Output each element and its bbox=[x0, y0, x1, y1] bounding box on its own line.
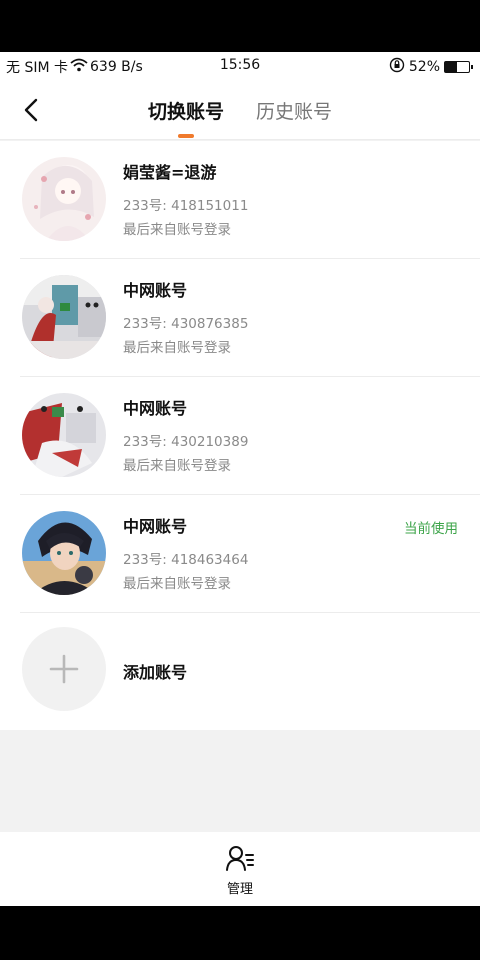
account-last-login: 最后来自账号登录 bbox=[123, 576, 231, 592]
account-name: 中网账号 bbox=[123, 281, 188, 300]
account-last-login: 最后来自账号登录 bbox=[123, 340, 231, 356]
status-bar: 无 SIM 卡 639 B/s 15:56 52% bbox=[0, 52, 480, 80]
account-uid: 233号: 430876385 bbox=[123, 316, 249, 332]
user-list-icon bbox=[226, 846, 254, 871]
account-uid: 233号: 418151011 bbox=[123, 198, 249, 214]
manage-button[interactable]: 管理 bbox=[216, 844, 264, 898]
status-right: 52% bbox=[389, 57, 473, 77]
add-account-row[interactable]: 添加账号 bbox=[0, 613, 480, 730]
account-last-login: 最后来自账号登录 bbox=[123, 458, 231, 474]
back-arrow-icon bbox=[24, 98, 38, 122]
account-uid: 233号: 418463464 bbox=[123, 552, 249, 568]
back-button[interactable] bbox=[18, 96, 46, 124]
tab-history-account[interactable]: 历史账号 bbox=[256, 97, 332, 124]
avatar bbox=[22, 157, 106, 241]
bottom-letterbox bbox=[0, 906, 480, 960]
account-row[interactable]: 娟莹酱=退游 233号: 418151011 最后来自账号登录 bbox=[0, 141, 480, 259]
account-row-current[interactable]: 中网账号 当前使用 233号: 418463464 最后来自账号登录 bbox=[0, 495, 480, 613]
manage-label: 管理 bbox=[226, 882, 253, 897]
account-name: 娟莹酱=退游 bbox=[123, 163, 217, 182]
battery-percent: 52% bbox=[408, 59, 440, 75]
add-account-label: 添加账号 bbox=[123, 663, 188, 682]
account-last-login: 最后来自账号登录 bbox=[123, 222, 231, 238]
account-name: 中网账号 bbox=[123, 517, 188, 536]
app-screen: 无 SIM 卡 639 B/s 15:56 52% 切换账号 历史账号 娟莹酱=… bbox=[0, 52, 480, 906]
current-account-badge: 当前使用 bbox=[404, 521, 458, 537]
plus-icon bbox=[49, 654, 79, 684]
account-row[interactable]: 中网账号 233号: 430876385 最后来自账号登录 bbox=[0, 259, 480, 377]
battery-icon bbox=[444, 61, 473, 73]
rotation-lock-icon bbox=[389, 57, 405, 77]
account-row[interactable]: 中网账号 233号: 430210389 最后来自账号登录 bbox=[0, 377, 480, 495]
header: 切换账号 历史账号 bbox=[0, 80, 480, 140]
add-account-button[interactable] bbox=[22, 627, 106, 711]
top-letterbox bbox=[0, 0, 480, 52]
bottom-bar: 管理 bbox=[0, 832, 480, 906]
account-uid: 233号: 430210389 bbox=[123, 434, 249, 450]
avatar bbox=[22, 275, 106, 359]
tab-switch-account[interactable]: 切换账号 bbox=[148, 97, 224, 124]
account-list: 娟莹酱=退游 233号: 418151011 最后来自账号登录 中网账号 233… bbox=[0, 141, 480, 730]
avatar bbox=[22, 511, 106, 595]
active-tab-indicator bbox=[178, 134, 194, 138]
avatar bbox=[22, 393, 106, 477]
account-name: 中网账号 bbox=[123, 399, 188, 418]
battery-fill bbox=[445, 62, 458, 72]
